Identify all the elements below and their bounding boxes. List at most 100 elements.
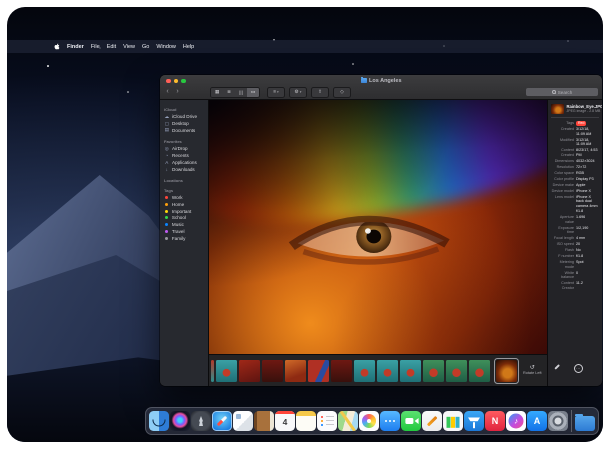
meta-value: 11.2: [576, 281, 583, 286]
sidebar-item-work[interactable]: Work: [164, 194, 208, 201]
meta-label: Focal length: [551, 236, 574, 241]
dock-mail[interactable]: [233, 411, 253, 431]
thumbnail[interactable]: [308, 360, 329, 382]
dock-maps[interactable]: [338, 411, 358, 431]
menu-finder[interactable]: Finder: [67, 44, 84, 50]
meta-row-tags: TagsRed: [551, 121, 599, 126]
tags-button[interactable]: ◇: [333, 87, 351, 98]
search-placeholder: Search: [558, 90, 573, 95]
meta-value: Spot: [576, 260, 584, 265]
dock-system-preferences[interactable]: [548, 411, 568, 431]
thumbnail[interactable]: [262, 360, 283, 382]
sidebar-item-important[interactable]: Important: [164, 208, 208, 215]
sidebar-item-recents[interactable]: ◔Recents: [164, 152, 208, 159]
meta-label: White balance: [551, 271, 574, 281]
minimize-button[interactable]: [174, 79, 179, 84]
family-tag-icon: [165, 237, 168, 240]
meta-label: Created: [551, 127, 574, 132]
dock-launchpad[interactable]: [191, 411, 211, 431]
traffic-lights: [166, 79, 186, 84]
thumbnail[interactable]: [331, 360, 352, 382]
sidebar-item-music[interactable]: Music: [164, 221, 208, 228]
thumbnail[interactable]: [354, 360, 375, 382]
dock-numbers[interactable]: [443, 411, 463, 431]
dock-siri[interactable]: [170, 411, 190, 431]
finder-window: Los Angeles ‹ › ▦≣|||▭ ≡▾⚙▾⇧◇ Search iCl…: [160, 75, 602, 386]
list-view-button[interactable]: ≣: [223, 88, 235, 97]
menu-go[interactable]: Go: [142, 44, 149, 50]
forward-button[interactable]: ›: [174, 87, 181, 97]
meta-value: 0: [576, 271, 578, 276]
icon-view-button[interactable]: ▦: [211, 88, 223, 97]
thumbnail[interactable]: [285, 360, 306, 382]
thumbnail[interactable]: [469, 360, 490, 382]
menu-help[interactable]: Help: [183, 44, 194, 50]
gallery-view-button[interactable]: ▭: [247, 88, 259, 97]
dock-notes[interactable]: [296, 411, 316, 431]
photo-preview[interactable]: [209, 100, 547, 354]
sidebar-item-icloud-drive[interactable]: ☁iCloud Drive: [164, 114, 208, 121]
dock-messages[interactable]: [380, 411, 400, 431]
menu-file[interactable]: File: [91, 44, 100, 50]
sidebar-item-desktop[interactable]: ▢Desktop: [164, 120, 208, 127]
caret-down-icon: ▾: [300, 90, 302, 94]
sidebar-item-school[interactable]: School: [164, 214, 208, 221]
meta-row-modified: Modified3/12/18, 11:09 AM: [551, 138, 599, 148]
dock-finder[interactable]: [149, 411, 169, 431]
thumbnail[interactable]: [211, 360, 214, 382]
dock-safari[interactable]: [212, 411, 232, 431]
menu-window[interactable]: Window: [156, 44, 176, 50]
dock-itunes[interactable]: [506, 411, 526, 431]
search-input[interactable]: Search: [526, 88, 598, 97]
meta-value: 8/23/17, 4:53 PM: [576, 148, 599, 158]
thumbnail[interactable]: [446, 360, 467, 382]
dock-reminders[interactable]: [317, 411, 337, 431]
apple-logo-icon[interactable]: [54, 43, 60, 50]
sidebar-item-applications[interactable]: AApplications: [164, 159, 208, 166]
thumbnail[interactable]: [423, 360, 444, 382]
share-icon: ⇧: [318, 90, 322, 95]
sidebar-item-label: Recents: [172, 153, 189, 158]
sidebar-item-documents[interactable]: ▤Documents: [164, 127, 208, 134]
thumbnail-selected[interactable]: [496, 360, 517, 382]
share-button[interactable]: ⇧: [311, 87, 329, 98]
dock-calendar[interactable]: 4: [275, 411, 295, 431]
dock-contacts[interactable]: [254, 411, 274, 431]
menu-edit[interactable]: Edit: [107, 44, 116, 50]
dock-news[interactable]: [485, 411, 505, 431]
rotate-left-button[interactable]: ↺Rotate Left: [523, 364, 542, 378]
zoom-button[interactable]: [181, 79, 186, 84]
sidebar-item-label: Travel: [172, 229, 185, 234]
sidebar-item-downloads[interactable]: ↓Downloads: [164, 166, 208, 173]
sidebar-item-travel[interactable]: Travel: [164, 228, 208, 235]
airdrop-icon: ◎: [164, 146, 170, 152]
school-tag-icon: [165, 216, 168, 219]
dock-photos[interactable]: [359, 411, 379, 431]
sidebar-item-family[interactable]: Family: [164, 235, 208, 242]
column-view-button[interactable]: |||: [235, 88, 247, 97]
group-button[interactable]: ≡▾: [267, 87, 285, 98]
action-button[interactable]: ⚙▾: [289, 87, 307, 98]
dock-pages[interactable]: [422, 411, 442, 431]
meta-label: Device model: [551, 189, 574, 194]
thumbnail[interactable]: [400, 360, 421, 382]
meta-label: Dimensions: [551, 159, 574, 164]
sidebar-item-airdrop[interactable]: ◎AirDrop: [164, 145, 208, 152]
dock-downloads[interactable]: [575, 416, 595, 431]
dock-facetime[interactable]: [401, 411, 421, 431]
dock-keynote[interactable]: [464, 411, 484, 431]
stars: [47, 65, 49, 67]
thumbnail[interactable]: [239, 360, 260, 382]
menu-view[interactable]: View: [123, 44, 135, 50]
dock-app-store[interactable]: [527, 411, 547, 431]
sidebar-item-home[interactable]: Home: [164, 201, 208, 208]
sidebar-item-label: AirDrop: [172, 146, 188, 151]
meta-label: ISO speed: [551, 242, 574, 247]
thumbnail[interactable]: [377, 360, 398, 382]
close-button[interactable]: [166, 79, 171, 84]
back-button[interactable]: ‹: [164, 87, 171, 97]
toolbar-buttons: ≡▾ ⚙▾ ⇧ ◇: [263, 87, 351, 98]
thumbnail[interactable]: [216, 360, 237, 382]
meta-row-resolution: Resolution72×72: [551, 165, 599, 170]
meta-row-device-make: Device makeApple: [551, 183, 599, 188]
